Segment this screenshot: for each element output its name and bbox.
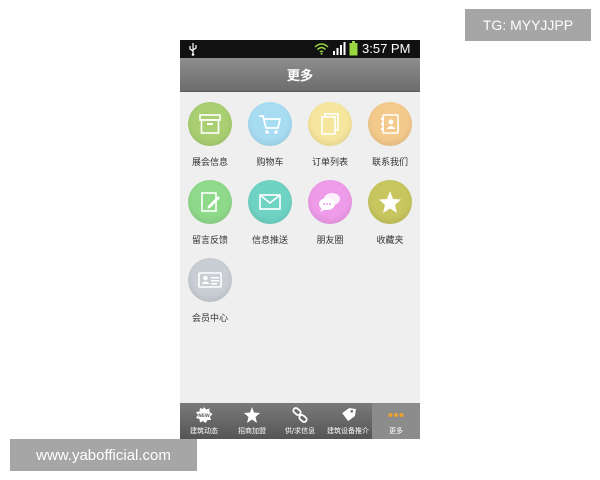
cart-icon: [259, 115, 281, 134]
grid-item-label: 联系我们: [371, 158, 408, 168]
grid-item-label: 购物车: [256, 158, 284, 168]
bottom-nav-supply-demand[interactable]: 供/求信息: [276, 403, 324, 439]
grid-item-info-push[interactable]: 信息推送: [240, 170, 300, 248]
id-card-icon: [198, 272, 222, 288]
feature-grid: 展会信息 购物车 订单列表 联系我们 留言反馈 信息推送 朋友圈 收藏夹 会员中…: [180, 92, 420, 402]
tg-badge-text: TG: MYYJJPP: [482, 17, 574, 33]
more-dots-icon: [388, 413, 404, 417]
phone-screen: 3:57 PM 更多 展会信息 购物车 订单列表 联系我们 留言反馈 信息推送 …: [180, 40, 420, 439]
grid-item-label: 会员中心: [191, 314, 228, 324]
contacts-icon: [381, 114, 399, 134]
grid-item-label: 信息推送: [251, 236, 288, 246]
star-icon: [379, 191, 401, 213]
grid-item-icon-bg: [248, 102, 292, 146]
battery-icon: [349, 41, 358, 56]
chat-bubbles-icon: [319, 193, 340, 212]
bottom-nav-more[interactable]: 更多: [372, 403, 420, 439]
page-title: 更多: [286, 69, 313, 84]
grid-item-moments[interactable]: 朋友圈: [300, 170, 360, 248]
grid-item-exhibition-info[interactable]: 展会信息: [180, 92, 240, 170]
grid-item-label: 朋友圈: [316, 236, 344, 246]
grid-item-label: 收藏夹: [376, 236, 404, 246]
grid-item-icon-bg: [308, 180, 352, 224]
grid-item-icon-bg: [368, 180, 412, 224]
bottom-nav: NEW 建筑动态 招商加盟 供/求信息 建筑设备推介 更多: [180, 403, 420, 439]
grid-item-feedback[interactable]: 留言反馈: [180, 170, 240, 248]
grid-item-icon-bg: [248, 180, 292, 224]
grid-item-icon-bg: [188, 180, 232, 224]
wifi-icon: [314, 43, 329, 55]
bottom-nav-label: 招商加盟: [238, 427, 266, 435]
header-bar: 更多: [180, 58, 420, 92]
document-icon: [321, 113, 339, 135]
tag-icon: [342, 408, 356, 422]
grid-item-label: 展会信息: [191, 158, 228, 168]
grid-item-icon-bg: [368, 102, 412, 146]
grid-item-icon-bg: [188, 102, 232, 146]
usb-icon: [189, 43, 197, 56]
grid-item-icon-bg: [188, 258, 232, 302]
screenshot: TG: MYYJJPP 3:57 PM 更多 展会信息 购物车 订单列表 联系我…: [0, 0, 600, 480]
status-time: 3:57 PM: [362, 41, 411, 56]
grid-item-order-list[interactable]: 订单列表: [300, 92, 360, 170]
watermark-text: www.yabofficial.com: [36, 446, 171, 464]
box-icon: [199, 114, 221, 134]
bottom-nav-label: 建筑设备推介: [327, 427, 369, 435]
envelope-icon: [259, 194, 281, 210]
bottom-nav-label: 更多: [389, 427, 403, 435]
watermark-overlay: www.yabofficial.com: [10, 439, 197, 471]
link-icon: [292, 407, 308, 423]
bottom-nav-equipment[interactable]: 建筑设备推介: [324, 403, 372, 439]
star-icon: [244, 407, 260, 423]
grid-item-label: 订单列表: [311, 158, 348, 168]
signal-icon: [333, 42, 346, 55]
edit-icon: [201, 192, 220, 212]
bottom-nav-label: 供/求信息: [284, 427, 316, 435]
grid-item-shopping-cart[interactable]: 购物车: [240, 92, 300, 170]
grid-item-member-center[interactable]: 会员中心: [180, 248, 240, 326]
bottom-nav-label: 建筑动态: [190, 427, 218, 435]
grid-item-icon-bg: [308, 102, 352, 146]
new-badge-icon: NEW: [196, 407, 213, 423]
tg-badge-overlay: TG: MYYJJPP: [465, 9, 591, 41]
grid-item-label: 留言反馈: [191, 236, 228, 246]
grid-item-contact-us[interactable]: 联系我们: [360, 92, 420, 170]
bottom-nav-architecture-news[interactable]: NEW 建筑动态: [180, 403, 228, 439]
bottom-nav-franchise[interactable]: 招商加盟: [228, 403, 276, 439]
svg-text:NEW: NEW: [198, 413, 210, 419]
grid-item-favorites[interactable]: 收藏夹: [360, 170, 420, 248]
status-bar: 3:57 PM: [180, 40, 420, 58]
